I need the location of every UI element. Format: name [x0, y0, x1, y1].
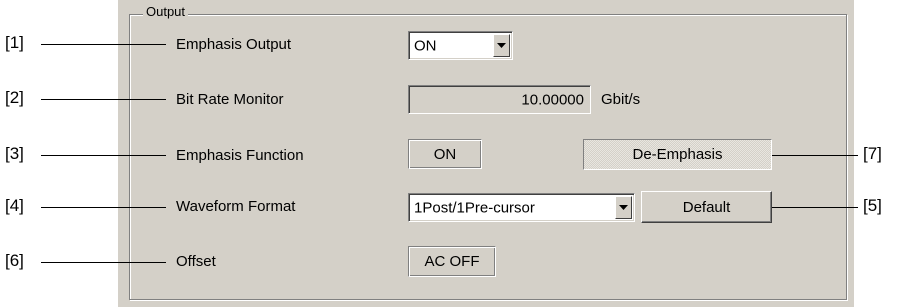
group-title: Output — [143, 4, 189, 19]
chevron-down-icon[interactable] — [493, 34, 510, 57]
callout-7: [7] — [863, 144, 882, 163]
callout-line-5 — [772, 207, 858, 208]
bit-rate-unit: Gbit/s — [601, 91, 641, 108]
callout-line-6 — [41, 262, 166, 263]
emphasis-output-value: ON — [414, 37, 437, 54]
chevron-down-icon[interactable] — [615, 196, 632, 219]
offset-label: Offset — [176, 253, 216, 270]
callout-4: [4] — [5, 196, 24, 215]
callout-line-4 — [41, 207, 166, 208]
waveform-format-value: 1Post/1Pre-cursor — [414, 199, 535, 216]
default-button[interactable]: Default — [641, 191, 772, 223]
emphasis-function-label: Emphasis Function — [176, 147, 304, 164]
bit-rate-value: 10.00000 — [521, 91, 584, 108]
callout-line-1 — [41, 44, 166, 45]
callout-line-7 — [772, 155, 858, 156]
de-emphasis-button[interactable]: De-Emphasis — [583, 139, 772, 170]
bit-rate-monitor-label: Bit Rate Monitor — [176, 91, 284, 108]
bit-rate-monitor-readout: 10.00000 — [408, 85, 591, 114]
offset-button[interactable]: AC OFF — [408, 246, 496, 277]
callout-line-2 — [41, 99, 166, 100]
callout-line-3 — [41, 155, 166, 156]
emphasis-output-select[interactable]: ON — [408, 31, 513, 60]
emphasis-output-label: Emphasis Output — [176, 36, 292, 53]
callout-6: [6] — [5, 251, 24, 270]
callout-2: [2] — [5, 88, 24, 107]
emphasis-function-button[interactable]: ON — [408, 139, 482, 169]
waveform-format-select[interactable]: 1Post/1Pre-cursor — [408, 193, 635, 222]
callout-3: [3] — [5, 144, 24, 163]
callout-1: [1] — [5, 33, 24, 52]
waveform-format-label: Waveform Format — [176, 198, 296, 215]
callout-5: [5] — [863, 196, 882, 215]
